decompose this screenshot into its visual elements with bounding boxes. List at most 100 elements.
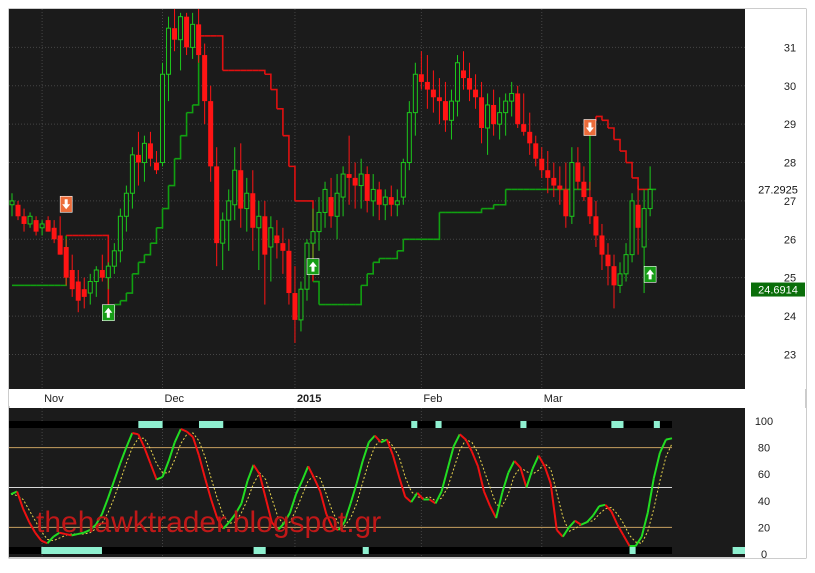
date-tick-label: Feb [423,393,442,405]
candle-body-down [346,174,352,178]
date-axis-background [9,389,745,406]
candle-body-down [557,185,563,190]
stochastic-tick-label: 40 [758,496,770,508]
stochastic-axis: 0 20 40 60 80 100 [745,408,806,561]
candle-body-up [298,288,304,321]
candle-body-down [376,189,382,205]
stochastic-axis-background [745,408,806,558]
candle-body-down [75,281,81,301]
chart-window: 23 24 25 26 27 28 29 30 31 27.2925 24.6914 Nov Dec… [0,0,815,568]
date-tick-label: Dec [165,393,185,405]
candle-body-down [69,270,75,290]
stochastic-k-segment [132,431,139,436]
oversold-band-marker [362,547,369,554]
candle-body-down [153,162,159,171]
candle-body-up [623,254,629,275]
candle-body-down [473,89,479,98]
candle-body-up [370,188,376,202]
candle-body-down [352,177,358,186]
overbought-band-marker [653,421,660,428]
candle-body-down [15,204,21,217]
stochastic-panel: 0 20 40 60 80 100 thehawktrader.blogspot.gr [9,408,806,561]
candle-body-down [436,97,442,102]
candle-body-down [551,177,557,186]
candle-body-down [635,204,641,228]
candle-body-up [509,92,515,102]
candle-body-down [424,81,430,90]
candle-body-up [39,223,45,229]
overbought-band-marker [198,421,224,428]
candle-body-down [33,220,39,232]
candle-body-down [527,131,533,144]
candle-body-down [575,162,581,182]
top-band-strip [9,421,672,428]
candle-body-up [641,208,647,248]
price-tick-label: 23 [784,349,796,361]
candle-body-up [117,215,123,252]
candle-body-up [160,73,165,164]
stochastic-k-segment [665,437,673,441]
overbought-band-marker [411,421,418,428]
candle-body-up [334,192,340,217]
candle-body-up [268,227,274,248]
candle-body-up [322,188,328,213]
candle-body-up [105,265,111,279]
candle-body-up [226,200,232,221]
stochastic-tick-label: 0 [761,549,767,561]
candle-body-down [184,16,190,48]
stochastic-k-segment [599,503,606,508]
candle-body-down [147,143,153,159]
chart-canvas: 232425262728293031 27.292524.6914 Nov Dec… [0,0,815,568]
candle-body-up [244,192,250,210]
candle-body-up [178,16,184,41]
candle-body-up [406,112,412,164]
candle-body-up [454,62,460,102]
candle-body-down [21,216,27,224]
candle-body-up [647,188,653,210]
last-price-badge-label: 24.6914 [758,285,798,297]
price-tick-label: 27 [784,196,796,208]
stochastic-tick-label: 20 [758,522,770,534]
candle-body-up [232,169,238,206]
candle-body-down [99,270,105,278]
candle-body-down [280,243,286,251]
candle-body-up [617,273,623,286]
price-panel: 232425262728293031 27.292524.6914 [9,9,806,389]
candle-body-down [599,235,605,255]
overbought-band-marker [611,421,624,428]
candle-body-down [262,216,268,255]
candle-body-up [123,192,129,217]
price-tick-label: 30 [784,81,796,93]
candle-body-up [382,196,388,206]
candle-body-down [539,158,545,171]
candle-body-down [533,143,539,159]
candle-body-down [286,250,292,294]
candle-body-down [388,197,394,205]
candle-body-up [629,200,635,256]
candle-body-down [563,189,569,217]
candle-body-down [202,55,208,102]
candle-body-down [196,24,202,56]
candle-body-up [503,100,509,114]
candle-body-up [256,215,262,229]
candle-body-down [587,197,593,217]
oversold-band-marker [253,547,266,554]
price-tick-label: 31 [784,42,796,54]
candle-body-down [292,293,298,320]
candle-body-down [467,78,473,90]
candle-body-down [208,101,214,167]
candle-body-down [430,89,436,98]
candle-body-down [172,28,178,40]
last-price-label: 27.2925 [758,185,798,197]
candle-body-down [593,216,599,236]
candle-body-down [57,235,63,255]
candle-body-up [485,104,491,129]
candle-body-down [274,235,280,244]
candle-body-down [521,124,527,132]
candle-body-up [190,23,196,48]
price-axis-background [745,9,806,389]
overbought-band-marker [138,421,163,428]
stochastic-tick-label: 60 [758,469,770,481]
date-tick-label: 2015 [297,393,321,405]
candle-body-down [214,166,220,244]
